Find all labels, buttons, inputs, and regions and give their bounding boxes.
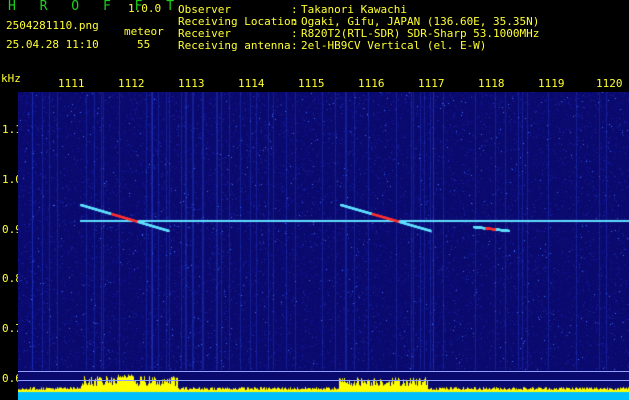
divider-line	[18, 371, 629, 372]
spectrogram-canvas	[18, 92, 629, 400]
antenna-colon: :	[291, 39, 298, 52]
meteor-count: 55	[137, 38, 151, 51]
divider-line	[18, 380, 629, 381]
time-tick: 1120	[596, 77, 623, 90]
time-tick: 1113	[178, 77, 205, 90]
file-name: 2504281110.png	[6, 19, 99, 32]
time-tick: 1112	[118, 77, 145, 90]
time-tick: 1111	[58, 77, 85, 90]
time-axis: 1111 1112 1113 1114 1115 1116 1117 1118 …	[0, 78, 629, 92]
y-unit-label: kHz	[1, 72, 21, 85]
hrofft-window: H R O F F T 1.0.0 2504281110.png meteor …	[0, 0, 629, 400]
capture-datetime: 25.04.28 11:10	[6, 38, 99, 51]
time-tick: 1115	[298, 77, 325, 90]
time-tick: 1117	[418, 77, 445, 90]
time-tick: 1118	[478, 77, 505, 90]
time-tick: 1119	[538, 77, 565, 90]
meteor-label: meteor	[124, 25, 164, 38]
time-tick: 1116	[358, 77, 385, 90]
antenna-label: Receiving antenna	[178, 39, 291, 52]
app-version: 1.0.0	[128, 2, 162, 15]
time-tick: 1114	[238, 77, 265, 90]
antenna-value: 2el-HB9CV Vertical (el. E-W)	[301, 39, 487, 52]
